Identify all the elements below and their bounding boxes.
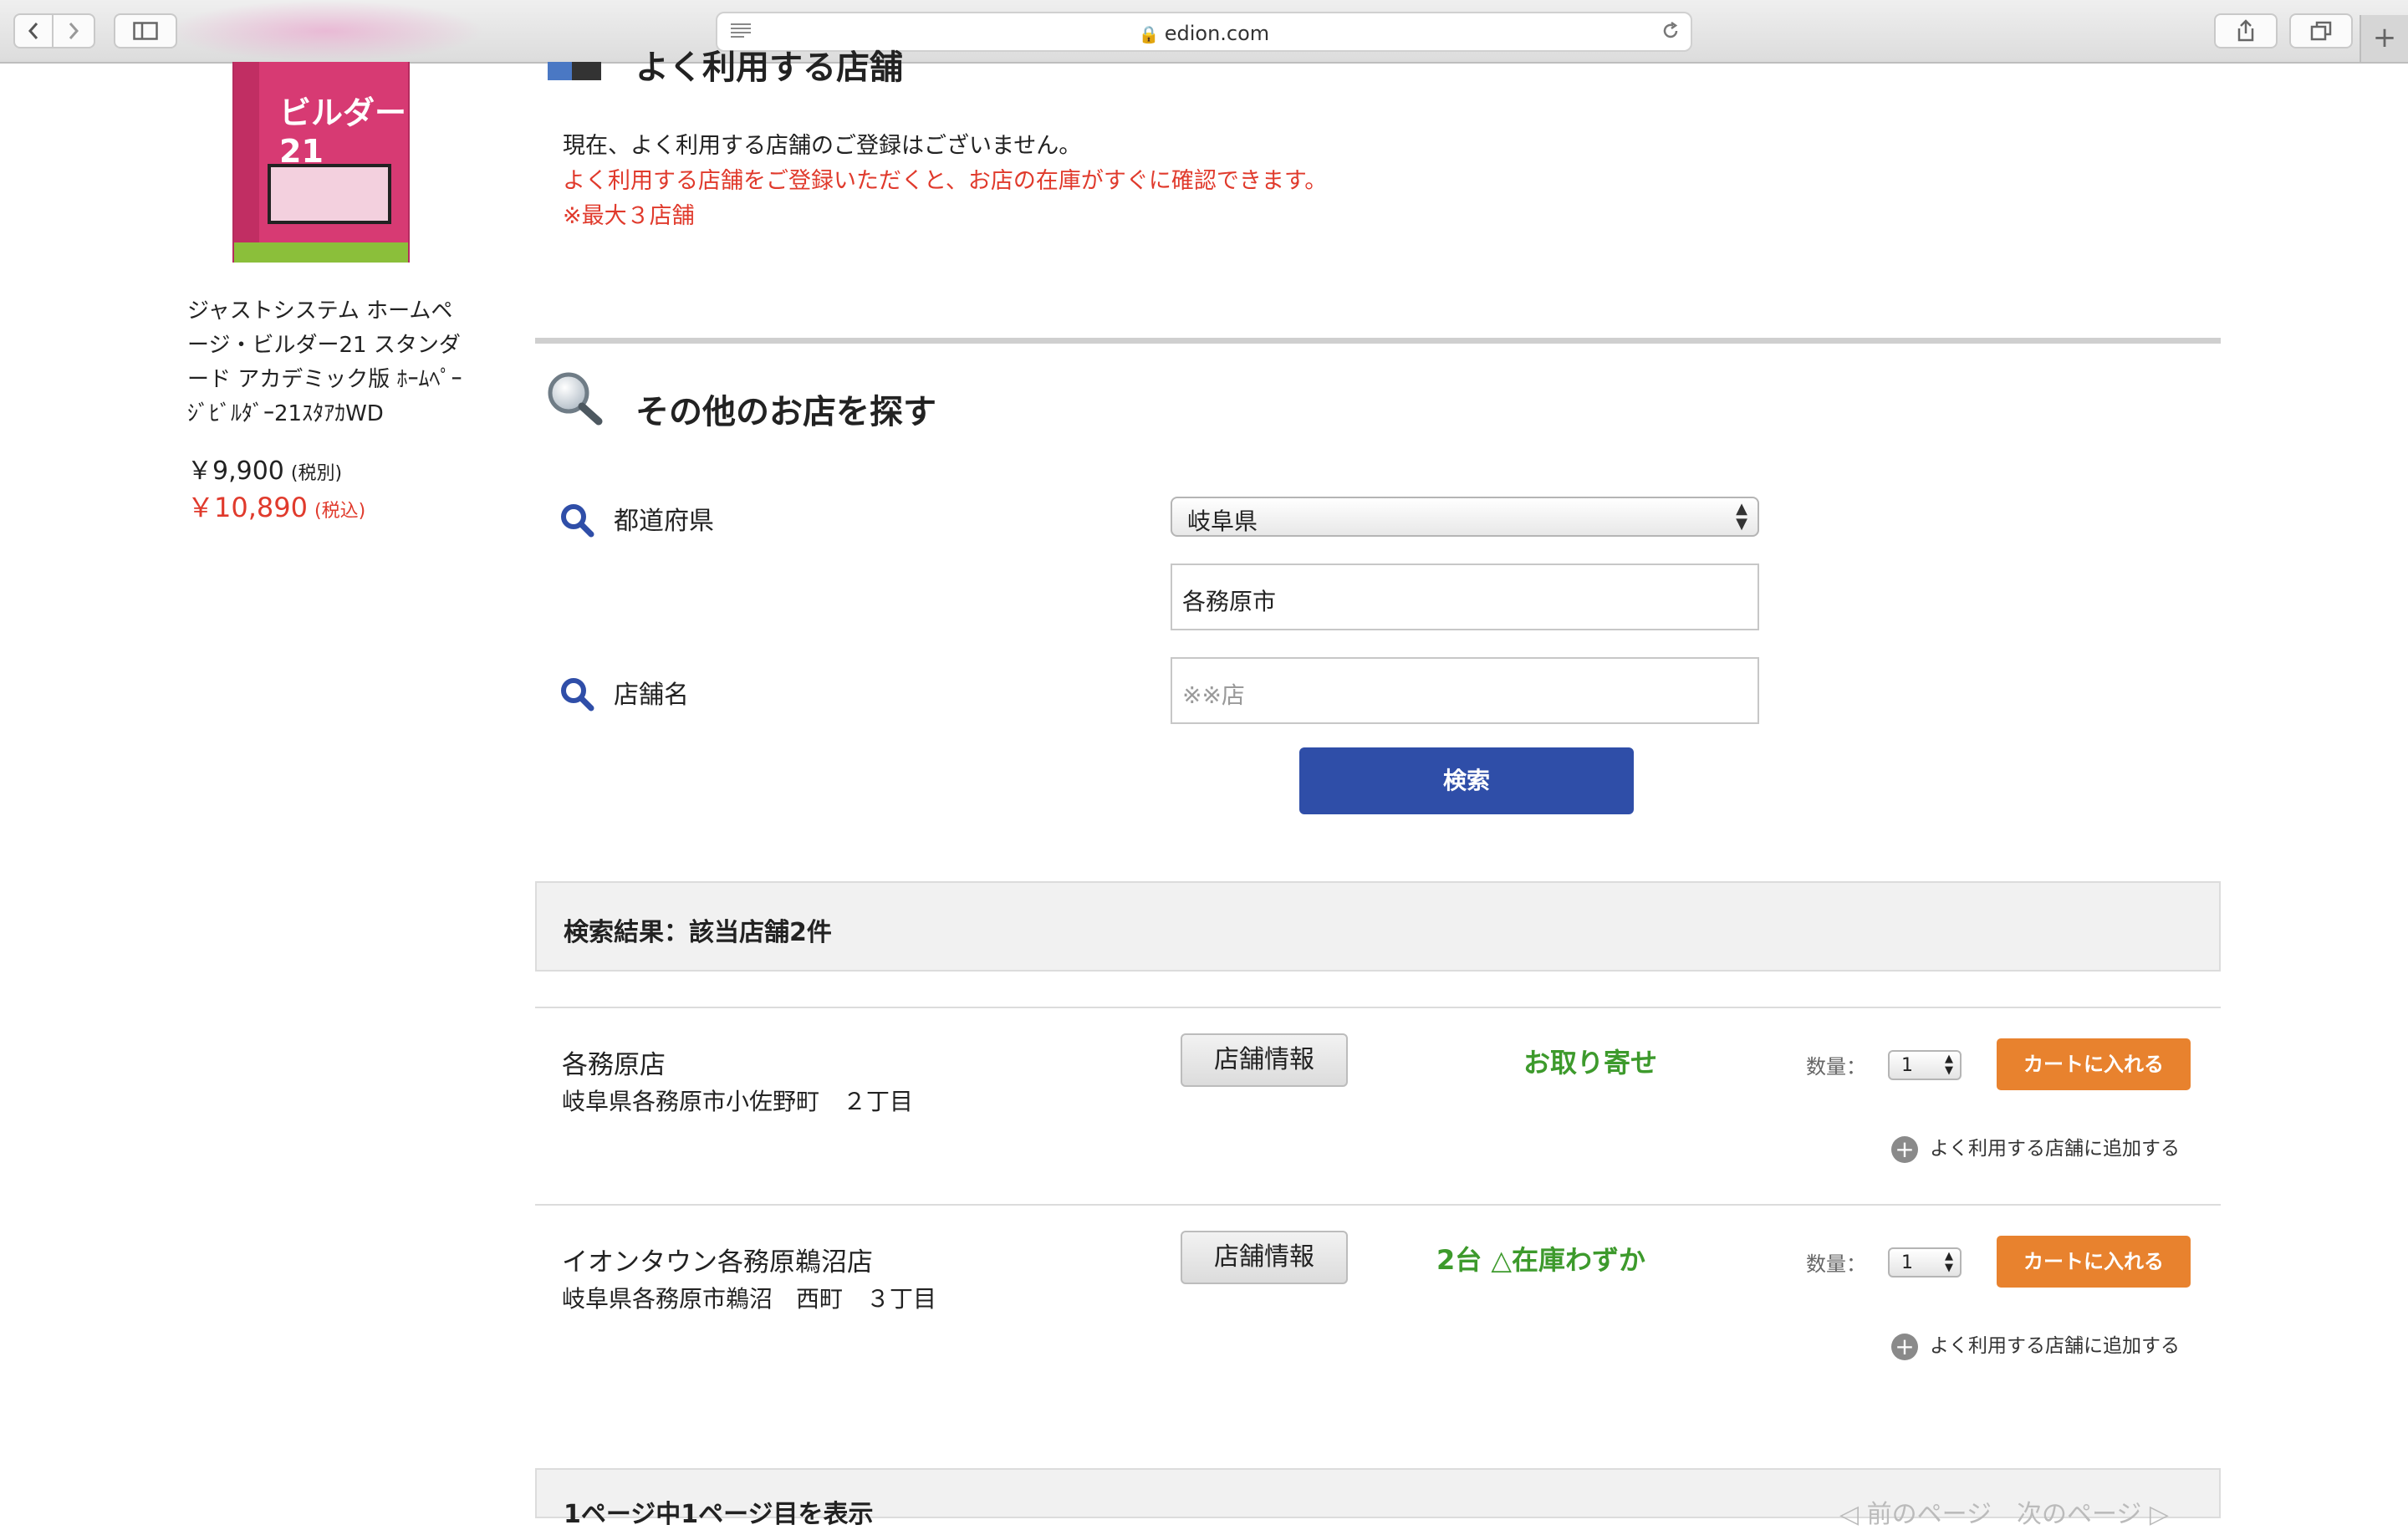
url-host[interactable]: edion.com	[1165, 22, 1269, 45]
city-input[interactable]: 各務原市	[1171, 564, 1759, 630]
store-name[interactable]: 各務原店	[562, 1043, 666, 1081]
store-info-button[interactable]: 店舗情報	[1181, 1231, 1348, 1284]
store-address: 岐阜県各務原市小佐野町 ２丁目	[562, 1088, 914, 1115]
quantity-label: 数量：	[1806, 1055, 1866, 1079]
plus-icon[interactable]: +	[2360, 15, 2408, 62]
search-title: その他のお店を探す	[635, 393, 936, 431]
prefecture-value: 岐阜県	[1187, 507, 1258, 535]
chevron-right-icon[interactable]	[52, 13, 95, 48]
pager-links[interactable]: ◁ 前のページ 次のページ ▷	[1839, 1493, 2169, 1530]
store-info-button[interactable]: 店舗情報	[1181, 1033, 1348, 1087]
quantity-select[interactable]: 1 ▲ ▼	[1888, 1050, 1962, 1080]
prefecture-select[interactable]: 岐阜県 ▲ ▼	[1171, 497, 1759, 537]
stock-status: 2台 △在庫わずか	[1436, 1244, 1646, 1276]
store-name-input[interactable]: ※※店	[1171, 657, 1759, 724]
pager-summary: 1ページ中1ページ目を表示	[564, 1500, 874, 1529]
store-address: 岐阜県各務原市鵜沼 西町 ３丁目	[562, 1285, 937, 1313]
tabs-icon[interactable]	[2289, 13, 2353, 48]
result-header: 検索結果：該当店舗2件	[535, 881, 2221, 972]
select-arrows-icon: ▲ ▼	[1736, 500, 1747, 533]
add-to-cart-button[interactable]: カートに入れる	[1997, 1038, 2191, 1090]
reload-icon[interactable]	[1661, 21, 1681, 46]
box-bottom	[234, 242, 408, 263]
product-box: ビルダー21	[232, 62, 410, 263]
add-to-cart-button[interactable]: カートに入れる	[1997, 1236, 2191, 1288]
box-label: ビルダー21	[279, 94, 407, 170]
result-divider	[535, 1007, 2221, 1008]
select-arrows-icon: ▲ ▼	[1945, 1053, 1953, 1077]
stock-status: お取り寄せ	[1523, 1047, 1658, 1079]
favorites-message: 現在、よく利用する店舗のご登録はございません。	[563, 133, 1082, 159]
store-name[interactable]: イオンタウン各務原鵜沼店	[562, 1241, 873, 1278]
result-divider	[535, 1204, 2221, 1206]
quantity-label: 数量：	[1806, 1252, 1866, 1276]
favorites-note: よく利用する店舗をご登録いただくと、お店の在庫がすぐに確認できます。	[563, 168, 1328, 194]
quantity-value: 1	[1901, 1252, 1913, 1273]
magnifier-icon	[548, 372, 603, 426]
share-icon[interactable]	[2214, 13, 2278, 48]
plus-circle-icon: +	[1891, 1333, 1918, 1360]
box-side	[234, 62, 259, 263]
add-favorite-link[interactable]: + よく利用する店舗に追加する	[1891, 1329, 2180, 1360]
search-button[interactable]: 検索	[1299, 747, 1634, 814]
price-in-value: ￥10,890	[187, 492, 308, 523]
pager-bar: 1ページ中1ページ目を表示 ◁ 前のページ 次のページ ▷	[535, 1468, 2221, 1529]
add-favorite-label[interactable]: よく利用する店舗に追加する	[1930, 1138, 2180, 1160]
box-screen	[268, 164, 391, 224]
add-favorite-label[interactable]: よく利用する店舗に追加する	[1930, 1335, 2180, 1357]
favorites-title: よく利用する店舗	[635, 48, 903, 87]
select-arrows-icon: ▲ ▼	[1945, 1250, 1953, 1274]
store-name-label: 店舗名	[614, 681, 689, 710]
price-ex-value: ￥9,900	[187, 456, 284, 486]
search-icon	[561, 504, 594, 538]
quantity-select[interactable]: 1 ▲ ▼	[1888, 1247, 1962, 1278]
quantity-value: 1	[1901, 1055, 1913, 1076]
product-image[interactable]: ビルダー21	[186, 62, 453, 263]
price-ex-note: (税別)	[290, 463, 343, 484]
browser-toolbar: 🔒 edion.com +	[0, 0, 2408, 64]
sidebar-icon[interactable]	[114, 13, 177, 48]
toolbar-tint	[167, 0, 485, 62]
product-name[interactable]: ジャストシステム ホームページ・ビルダー21 スタンダード アカデミック版 ﾎｰ…	[187, 294, 463, 431]
plus-circle-icon: +	[1891, 1135, 1918, 1163]
lock-icon: 🔒	[1138, 24, 1160, 44]
price-in-note: (税込)	[314, 501, 366, 522]
price-including-tax: ￥10,890 (税込)	[187, 487, 365, 525]
search-icon	[561, 678, 594, 711]
store-icon	[548, 62, 601, 80]
favorites-limit-note: ※最大３店舗	[563, 203, 695, 229]
chevron-left-icon[interactable]	[13, 13, 54, 48]
price-excluding-tax: ￥9,900 (税別)	[187, 450, 342, 487]
section-divider	[535, 338, 2221, 344]
add-favorite-link[interactable]: + よく利用する店舗に追加する	[1891, 1132, 2180, 1163]
prefecture-label: 都道府県	[614, 507, 714, 536]
